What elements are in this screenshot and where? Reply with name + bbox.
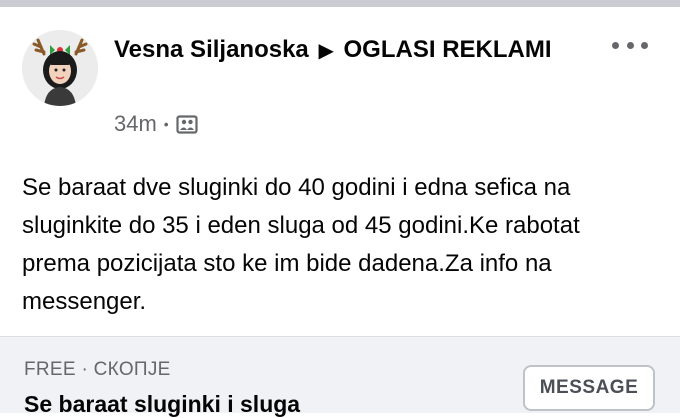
post-meta: 34m • bbox=[114, 109, 198, 139]
marketplace-listing[interactable]: FREE · СКОПЈЕ Se baraat sluginki i sluga… bbox=[0, 336, 680, 417]
post-body: Se baraat dve sluginki do 40 godini i ed… bbox=[22, 174, 580, 315]
arrow-right-icon: ▶ bbox=[318, 40, 334, 62]
top-divider bbox=[0, 0, 680, 7]
more-dot bbox=[641, 41, 648, 49]
post-header-title: Vesna Siljanoska ▶ OGLASI REKLAMI bbox=[114, 33, 574, 68]
avatar[interactable] bbox=[22, 30, 98, 106]
listing-title[interactable]: Se baraat sluginki i sluga bbox=[24, 391, 300, 418]
more-dot bbox=[626, 41, 634, 49]
group-photo-icon bbox=[176, 115, 198, 134]
more-dot bbox=[612, 41, 619, 49]
avatar-image bbox=[22, 30, 98, 106]
message-button[interactable]: MESSAGE bbox=[523, 365, 655, 411]
post-timestamp[interactable]: 34m bbox=[114, 111, 157, 137]
meta-separator: • bbox=[163, 116, 169, 132]
group-name[interactable]: OGLASI REKLAMI bbox=[344, 36, 552, 63]
listing-meta: FREE · СКОПЈЕ bbox=[24, 359, 171, 380]
author-name[interactable]: Vesna Siljanoska bbox=[114, 36, 309, 63]
more-options-icon[interactable] bbox=[612, 37, 648, 53]
